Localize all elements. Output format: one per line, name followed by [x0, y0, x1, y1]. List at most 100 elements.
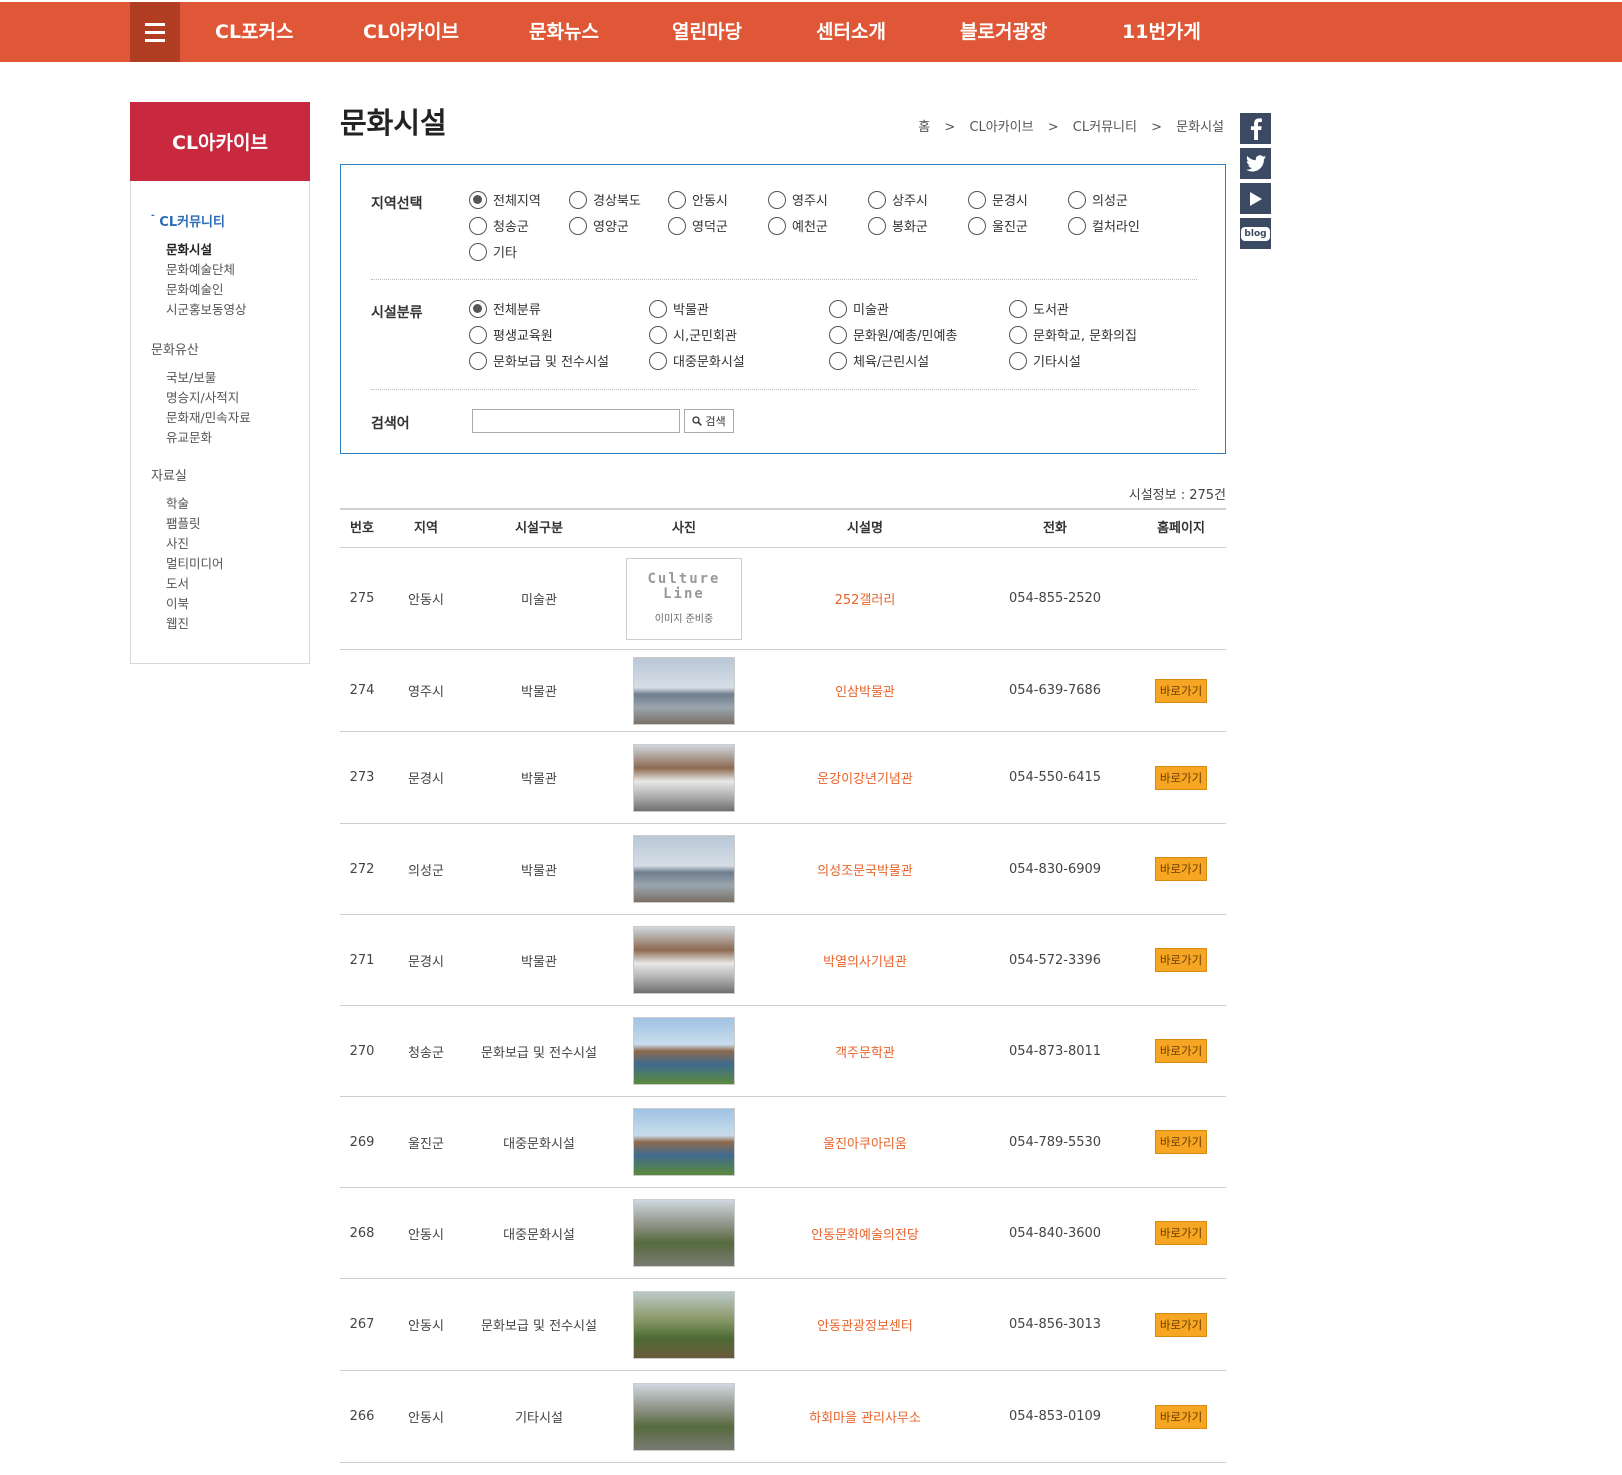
region-radio-yecheon[interactable]: 예천군	[768, 216, 828, 235]
cell-facility-name[interactable]: 252갤러리	[765, 548, 965, 649]
category-radio-civic-hall[interactable]: 시,군민회관	[649, 325, 737, 344]
region-radio-cultureline[interactable]: 컬처라인	[1068, 216, 1140, 235]
facebook-icon[interactable]	[1240, 113, 1271, 144]
cell-facility-name[interactable]: 안동관광정보센터	[765, 1279, 965, 1370]
homepage-link-button[interactable]: 바로가기	[1154, 678, 1208, 703]
region-radio-etc[interactable]: 기타	[469, 242, 517, 261]
category-radio-museum[interactable]: 박물관	[649, 299, 709, 318]
cell-facility-name[interactable]: 객주문학관	[765, 1006, 965, 1096]
sidebar-item-promo-videos[interactable]: 시군홍보동영상	[166, 299, 247, 318]
memorial-photo[interactable]	[633, 926, 735, 994]
homepage-link-button[interactable]: 바로가기	[1154, 1039, 1208, 1063]
search-button[interactable]: 검색	[684, 409, 734, 433]
region-radio-all[interactable]: 전체지역	[469, 190, 541, 209]
cell-photo[interactable]	[624, 1279, 744, 1370]
hamburger-menu-icon[interactable]	[130, 2, 180, 62]
category-radio-sports[interactable]: 체육/근린시설	[829, 351, 929, 370]
cell-photo[interactable]	[624, 1188, 744, 1278]
region-radio-mungyeong[interactable]: 문경시	[968, 190, 1028, 209]
sidebar-item-scenic-sites[interactable]: 명승지/사적지	[166, 387, 239, 406]
sidebar-item-treasures[interactable]: 국보/보물	[166, 367, 216, 386]
cell-photo[interactable]	[624, 1097, 744, 1187]
sidebar-item-ebooks[interactable]: 이북	[166, 593, 189, 612]
cell-photo[interactable]	[624, 915, 744, 1005]
homepage-link-button[interactable]: 바로가기	[1154, 857, 1208, 881]
aerial-photo[interactable]	[633, 1382, 735, 1451]
region-radio-gyeongbuk[interactable]: 경상북도	[569, 190, 641, 209]
category-radio-transmission[interactable]: 문화보급 및 전수시설	[469, 351, 609, 370]
category-radio-other[interactable]: 기타시설	[1009, 351, 1081, 370]
nav-11-store[interactable]: 11번가게	[1122, 2, 1201, 62]
region-radio-yeongju[interactable]: 영주시	[768, 190, 828, 209]
building-photo[interactable]	[633, 1108, 735, 1176]
region-radio-sangju[interactable]: 상주시	[868, 190, 928, 209]
twitter-icon[interactable]	[1240, 148, 1271, 179]
homepage-link-button[interactable]: 바로가기	[1154, 1130, 1208, 1154]
region-radio-andong[interactable]: 안동시	[668, 190, 728, 209]
blog-icon[interactable]: blog	[1240, 218, 1271, 249]
category-radio-all[interactable]: 전체분류	[469, 299, 541, 318]
sidebar-group-heritage[interactable]: 문화유산	[151, 339, 199, 358]
sidebar-item-books[interactable]: 도서	[166, 573, 189, 592]
homepage-link-button[interactable]: 바로가기	[1154, 1221, 1208, 1245]
cell-facility-name[interactable]: 의성조문국박물관	[765, 824, 965, 914]
sidebar-item-photos[interactable]: 사진	[166, 533, 189, 552]
homepage-link-button[interactable]: 바로가기	[1154, 948, 1208, 972]
cell-photo[interactable]	[624, 824, 744, 914]
breadcrumb-home[interactable]: 홈	[918, 120, 930, 135]
museum-photo[interactable]	[633, 835, 735, 903]
region-radio-yeongyang[interactable]: 영양군	[569, 216, 629, 235]
nav-blogger-plaza[interactable]: 블로거광장	[960, 2, 1047, 62]
cell-facility-name[interactable]: 운강이강년기념관	[765, 732, 965, 823]
cell-facility-name[interactable]: 박열의사기념관	[765, 915, 965, 1005]
sidebar-item-art-groups[interactable]: 문화예술단체	[166, 259, 235, 278]
cell-facility-name[interactable]: 안동문화예술의전당	[765, 1188, 965, 1278]
sidebar-item-confucian-culture[interactable]: 유교문화	[166, 427, 212, 446]
cell-facility-name[interactable]: 하회마을 관리사무소	[765, 1371, 965, 1462]
sidebar-item-facilities[interactable]: 문화시설	[166, 239, 212, 258]
search-input[interactable]	[472, 409, 680, 433]
breadcrumb-cl-community[interactable]: CL커뮤니티	[1073, 120, 1137, 135]
sidebar-group-archive[interactable]: 자료실	[151, 465, 187, 484]
youtube-icon[interactable]	[1240, 183, 1271, 214]
sidebar-item-artists[interactable]: 문화예술인	[166, 279, 224, 298]
nav-center-intro[interactable]: 센터소개	[816, 2, 886, 62]
nav-open-forum[interactable]: 열린마당	[672, 2, 742, 62]
cell-facility-name[interactable]: 울진아쿠아리움	[765, 1097, 965, 1187]
sidebar-item-pamphlets[interactable]: 팸플릿	[166, 513, 201, 532]
region-radio-bonghwa[interactable]: 봉화군	[868, 216, 928, 235]
homepage-link-button[interactable]: 바로가기	[1154, 1312, 1208, 1337]
sidebar-item-folk-materials[interactable]: 문화재/민속자료	[166, 407, 251, 426]
category-radio-art-gallery[interactable]: 미술관	[829, 299, 889, 318]
cell-photo[interactable]	[624, 1006, 744, 1096]
category-radio-pop-culture[interactable]: 대중문화시설	[649, 351, 745, 370]
sidebar-item-webzine[interactable]: 웹진	[166, 613, 189, 632]
category-radio-library[interactable]: 도서관	[1009, 299, 1069, 318]
museum-photo[interactable]	[633, 656, 735, 725]
cell-facility-name[interactable]: 인삼박물관	[765, 650, 965, 731]
cell-photo[interactable]: Culture Line 이미지 준비중	[624, 548, 744, 649]
memorial-photo[interactable]	[633, 743, 735, 812]
sidebar-item-multimedia[interactable]: 멀티미디어	[166, 553, 224, 572]
category-radio-culture-center[interactable]: 문화원/예총/민예총	[829, 325, 957, 344]
homepage-link-button[interactable]: 바로가기	[1154, 765, 1208, 790]
category-radio-culture-school[interactable]: 문화학교, 문화의집	[1009, 325, 1137, 344]
region-radio-yeongdeok[interactable]: 영덕군	[668, 216, 728, 235]
cell-photo[interactable]	[624, 650, 744, 731]
nav-culture-news[interactable]: 문화뉴스	[529, 2, 599, 62]
region-radio-cheongsong[interactable]: 청송군	[469, 216, 529, 235]
region-radio-uiseong[interactable]: 의성군	[1068, 190, 1128, 209]
cell-photo[interactable]	[624, 732, 744, 823]
village-photo[interactable]	[633, 1290, 735, 1359]
category-radio-lifelong-edu[interactable]: 평생교육원	[469, 325, 553, 344]
cell-photo[interactable]	[624, 1371, 744, 1462]
region-radio-uljin[interactable]: 울진군	[968, 216, 1028, 235]
nav-cl-focus[interactable]: CL포커스	[215, 2, 294, 62]
nav-cl-archive[interactable]: CL아카이브	[363, 2, 459, 62]
aerial-photo[interactable]	[633, 1199, 735, 1267]
homepage-link-button[interactable]: 바로가기	[1154, 1404, 1208, 1429]
sidebar-group-community[interactable]: - CL커뮤니티	[151, 211, 225, 230]
building-photo[interactable]	[633, 1017, 735, 1085]
sidebar-item-academic[interactable]: 학술	[166, 493, 189, 512]
breadcrumb-cl-archive[interactable]: CL아카이브	[969, 120, 1033, 135]
